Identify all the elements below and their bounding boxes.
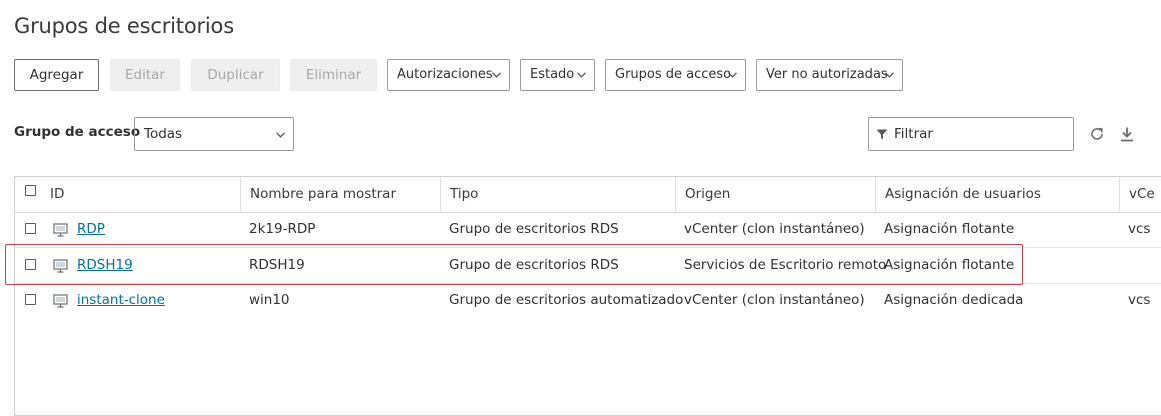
access-group-value: Todas <box>144 126 183 142</box>
chevron-down-icon <box>577 72 586 78</box>
assignment-cell: Asignación dedicada <box>884 292 1024 308</box>
filter-placeholder: Filtrar <box>894 126 933 142</box>
source-cell: vCenter (clon instantáneo) <box>684 292 865 308</box>
vcenter-cell: vcs <box>1128 221 1151 237</box>
entitlements-dropdown-label: Autorizaciones <box>397 67 493 82</box>
assignment-cell: Asignación flotante <box>884 221 1015 237</box>
column-header-source[interactable]: Origen <box>675 177 875 212</box>
status-dropdown[interactable]: Estado <box>520 59 595 91</box>
status-dropdown-label: Estado <box>530 67 575 82</box>
filter-icon <box>876 129 888 140</box>
row-checkbox[interactable] <box>25 259 36 270</box>
chevron-down-icon <box>276 132 285 138</box>
pool-id-link[interactable]: RDSH19 <box>77 248 133 283</box>
monitor-icon <box>53 223 68 237</box>
column-header-display-name[interactable]: Nombre para mostrar <box>240 177 440 212</box>
access-group-label: Grupo de acceso <box>14 124 141 140</box>
column-header-id[interactable]: ID <box>41 177 240 212</box>
display-name-cell: 2k19-RDP <box>249 221 316 237</box>
vcenter-cell: vcs <box>1128 292 1151 308</box>
chevron-down-icon <box>728 72 737 78</box>
assignment-cell: Asignación flotante <box>884 257 1015 273</box>
type-cell: Grupo de escritorios RDS <box>449 221 619 237</box>
display-name-cell: RDSH19 <box>249 257 305 273</box>
column-header-user-assignment[interactable]: Asignación de usuarios <box>875 177 1119 212</box>
column-header-type[interactable]: Tipo <box>440 177 675 212</box>
add-button[interactable]: Agregar <box>14 59 99 91</box>
table-row[interactable]: instant-clone win10 Grupo de escritorios… <box>15 283 1161 318</box>
chevron-down-icon <box>492 72 501 78</box>
download-icon[interactable] <box>1119 126 1135 142</box>
access-groups-dropdown[interactable]: Grupos de acceso <box>605 59 746 91</box>
access-group-select[interactable]: Todas <box>134 117 294 151</box>
source-cell: vCenter (clon instantáneo) <box>684 221 865 237</box>
select-all-checkbox[interactable] <box>25 185 36 196</box>
unauthorized-dropdown-label: Ver no autorizadas <box>766 67 888 82</box>
table-header: ID Nombre para mostrar Tipo Origen Asign… <box>15 177 1161 213</box>
refresh-icon[interactable] <box>1089 126 1105 142</box>
entitlements-dropdown[interactable]: Autorizaciones <box>387 59 510 91</box>
pool-id-link[interactable]: RDP <box>77 212 105 247</box>
edit-button[interactable]: Editar <box>110 59 180 91</box>
unauthorized-dropdown[interactable]: Ver no autorizadas <box>756 59 903 91</box>
row-checkbox[interactable] <box>25 223 36 234</box>
type-cell: Grupo de escritorios RDS <box>449 257 619 273</box>
desktop-pools-table: ID Nombre para mostrar Tipo Origen Asign… <box>14 176 1161 416</box>
table-row[interactable]: RDP 2k19-RDP Grupo de escritorios RDS vC… <box>15 212 1161 248</box>
table-row[interactable]: RDSH19 RDSH19 Grupo de escritorios RDS S… <box>15 248 1161 284</box>
page-title: Grupos de escritorios <box>14 14 234 38</box>
column-header-vcenter[interactable]: vCe <box>1119 177 1161 212</box>
filter-input[interactable]: Filtrar <box>868 117 1074 151</box>
monitor-icon <box>53 259 68 273</box>
display-name-cell: win10 <box>249 292 290 308</box>
monitor-icon <box>53 294 68 308</box>
source-cell: Servicios de Escritorio remoto <box>684 257 887 273</box>
type-cell: Grupo de escritorios automatizado <box>449 292 684 308</box>
row-checkbox[interactable] <box>25 294 36 305</box>
duplicate-button[interactable]: Duplicar <box>191 59 280 91</box>
delete-button[interactable]: Eliminar <box>290 59 377 91</box>
access-groups-dropdown-label: Grupos de acceso <box>615 67 732 82</box>
chevron-down-icon <box>885 72 894 78</box>
pool-id-link[interactable]: instant-clone <box>77 283 165 318</box>
